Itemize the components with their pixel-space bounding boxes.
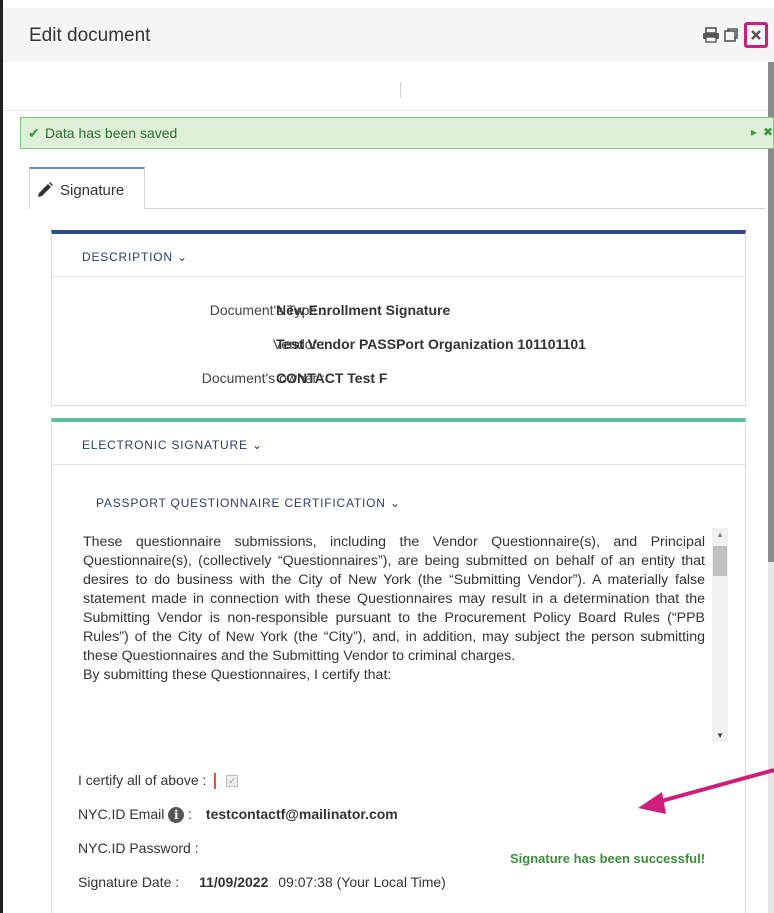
signature-date-value: 11/09/2022 <box>199 874 269 890</box>
email-colon: : <box>188 806 193 822</box>
alert-actions: ▸ ✖ <box>751 125 773 139</box>
expand-icon[interactable]: ▸ <box>751 125 757 139</box>
vendor-value: Test Vendor PASSPort Organization 101101… <box>276 336 586 352</box>
window-border <box>0 0 3 913</box>
toolbar-area <box>3 62 774 111</box>
chevron-down-icon: ⌄ <box>385 496 401 510</box>
certification-paragraph: These questionnaire submissions, includi… <box>83 534 705 664</box>
email-row: NYC.ID Email i : testcontactf@mailinator… <box>78 806 398 824</box>
email-value: testcontactf@mailinator.com <box>205 806 398 822</box>
tab-strip-border <box>145 208 765 209</box>
certification-scrollbar[interactable]: ▲ ▼ <box>712 528 728 742</box>
save-success-alert: ✔ Data has been saved ▸ ✖ <box>20 117 774 149</box>
tab-label: Signature <box>60 182 125 199</box>
electronic-signature-header[interactable]: ELECTRONIC SIGNATURE ⌄ <box>52 422 745 465</box>
certification-lead: By submitting these Questionnaires, I ce… <box>83 667 392 683</box>
required-marker <box>214 773 217 790</box>
close-icon[interactable] <box>744 22 768 48</box>
description-panel: DESCRIPTION ⌄ Document's Type : New Enro… <box>51 230 746 406</box>
dialog-title: Edit document <box>29 25 151 46</box>
scroll-down-icon[interactable]: ▼ <box>716 731 724 740</box>
description-heading: DESCRIPTION ⌄ <box>82 250 188 264</box>
electronic-signature-heading: ELECTRONIC SIGNATURE ⌄ <box>82 438 263 452</box>
password-row: NYC.ID Password : <box>78 840 199 856</box>
signature-date-row: Signature Date : 11/09/2022 09:07:38 (Yo… <box>78 874 446 890</box>
certification-scroll-thumb[interactable] <box>713 546 727 576</box>
toolbar-divider <box>400 82 401 98</box>
signature-success-message: Signature has been successful! <box>510 851 706 866</box>
certification-heading[interactable]: PASSPORT QUESTIONNAIRE CERTIFICATION ⌄ <box>96 496 401 510</box>
document-type-value: New Enrollment Signature <box>276 302 451 318</box>
electronic-signature-panel: ELECTRONIC SIGNATURE ⌄ PASSPORT QUESTION… <box>51 418 746 913</box>
alert-message: Data has been saved <box>45 125 178 141</box>
signature-time-value: 09:07:38 (Your Local Time) <box>278 874 446 890</box>
info-icon[interactable]: i <box>168 807 185 824</box>
pencil-icon <box>36 181 54 204</box>
restore-icon[interactable] <box>722 26 740 44</box>
certification-text: These questionnaire submissions, includi… <box>83 533 705 685</box>
dialog-header: Edit document <box>3 8 774 63</box>
chevron-down-icon: ⌄ <box>247 438 263 452</box>
chevron-down-icon: ⌄ <box>172 250 188 264</box>
signature-date-label: Signature Date : <box>78 874 180 890</box>
certification-text-box[interactable]: These questionnaire submissions, includi… <box>80 528 728 742</box>
certify-label: I certify all of above : <box>78 772 207 788</box>
certify-row: I certify all of above : ✓ <box>78 772 239 790</box>
description-header[interactable]: DESCRIPTION ⌄ <box>52 234 745 277</box>
email-label: NYC.ID Email <box>78 806 165 822</box>
scroll-up-icon[interactable]: ▲ <box>716 530 724 539</box>
password-label: NYC.ID Password : <box>78 840 199 856</box>
dismiss-icon[interactable]: ✖ <box>763 125 773 139</box>
document-owner-value: CONTACT Test F <box>276 370 388 386</box>
check-icon: ✔ <box>28 125 40 141</box>
header-actions <box>702 22 768 48</box>
certify-checkbox[interactable]: ✓ <box>226 775 239 788</box>
tab-signature[interactable]: Signature <box>29 167 145 209</box>
print-icon[interactable] <box>702 26 720 44</box>
